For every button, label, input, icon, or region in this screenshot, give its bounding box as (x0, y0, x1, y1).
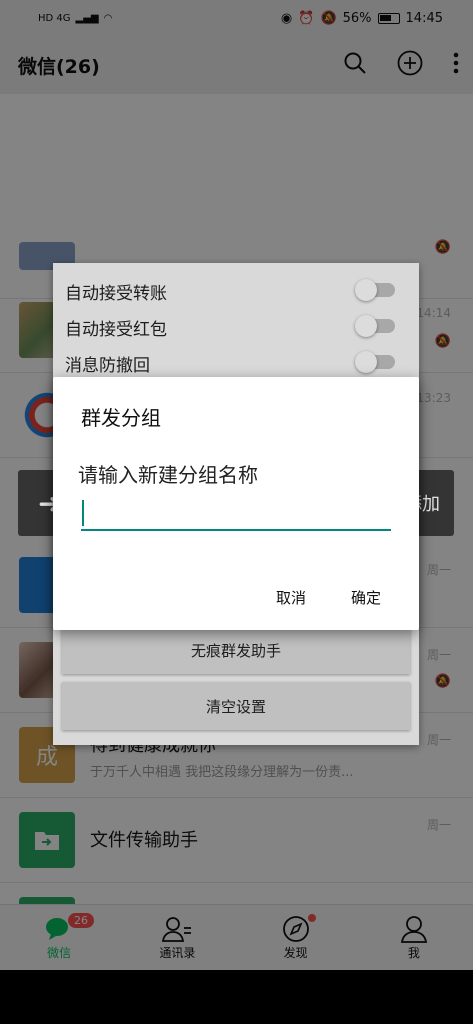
cancel-button[interactable]: 取消 (276, 587, 306, 608)
app-screen: HD 4G ▂▄▆ ◠ ◉ ⏰ 🔕 56% 14:45 微信(26) 🔕 14:… (0, 0, 473, 970)
system-nav-bar (0, 970, 473, 1024)
confirm-button[interactable]: 确定 (351, 587, 381, 608)
dialog-prompt: 请输入新建分组名称 (78, 463, 258, 487)
text-cursor (82, 500, 84, 526)
dialog-title: 群发分组 (81, 406, 161, 430)
group-name-input[interactable] (81, 495, 391, 531)
new-group-dialog: 群发分组 请输入新建分组名称 取消 确定 (53, 377, 419, 630)
